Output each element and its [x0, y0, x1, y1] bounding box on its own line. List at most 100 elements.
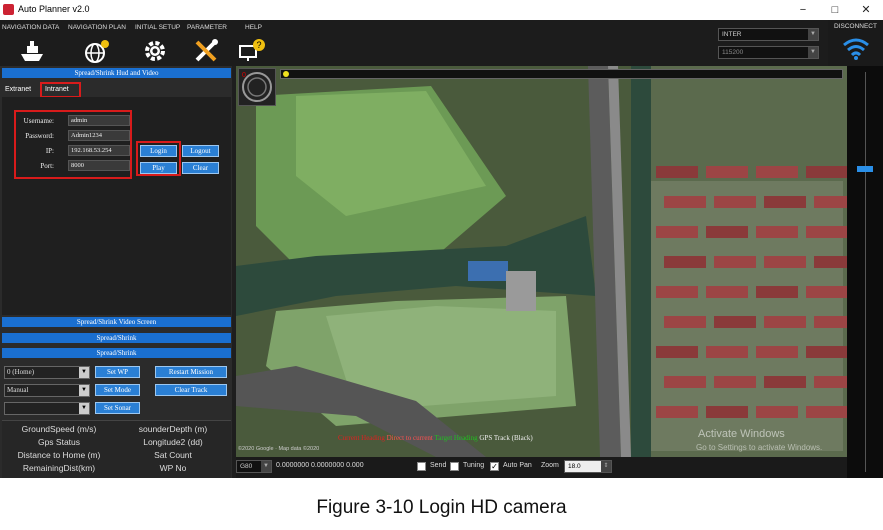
figure-caption: Figure 3-10 Login HD camera — [316, 497, 567, 518]
ip-field[interactable]: 192.168.53.254 — [68, 145, 130, 156]
map-inset: 0 — [238, 68, 276, 106]
building-roof — [714, 256, 756, 268]
set-sonar-button[interactable]: Set Sonar — [95, 402, 140, 414]
baud-value: 115200 — [722, 49, 744, 56]
close-button[interactable]: ✕ — [855, 2, 877, 18]
coord-system-select[interactable]: G80 ▼ — [236, 460, 272, 473]
building-roof — [656, 286, 698, 298]
set-wp-button[interactable]: Set WP — [95, 366, 140, 378]
sonar-select[interactable]: ▼ — [4, 402, 90, 415]
legend-gps-track: GPS Track (Black) — [479, 434, 533, 442]
building-roof — [706, 226, 748, 238]
coord-system-value: G80 — [240, 463, 253, 470]
chevron-down-icon: ▼ — [808, 29, 818, 40]
intranet-highlight — [40, 82, 81, 98]
map-buildings — [656, 166, 847, 418]
building-roof — [756, 286, 798, 298]
building-roof — [656, 166, 698, 178]
menu-initial-setup[interactable]: INITIAL SETUP — [135, 24, 180, 31]
clear-track-button[interactable]: Clear Track — [155, 384, 227, 396]
chevron-down-icon: ▼ — [808, 47, 818, 58]
password-field[interactable]: Admin1234 — [68, 130, 130, 141]
tools-icon[interactable] — [193, 38, 221, 64]
stat-longitude2: Longitude2 (dd) — [143, 437, 203, 447]
globe-icon[interactable] — [83, 38, 111, 64]
tab-extranet[interactable]: Extranet — [2, 83, 34, 97]
login-button[interactable]: Login — [140, 145, 177, 157]
building-roof — [756, 406, 798, 418]
disconnect-button[interactable]: DISCONNECT — [828, 20, 883, 66]
interface-select[interactable]: INTER ▼ — [718, 28, 819, 41]
help-monitor-icon[interactable]: ? — [238, 38, 266, 64]
stat-sounder-depth: sounderDepth (m) — [138, 424, 208, 434]
app-logo-icon — [3, 4, 14, 15]
building-roof — [706, 286, 748, 298]
zoom-label: Zoom — [541, 462, 559, 469]
building-roof — [764, 256, 806, 268]
spread-shrink-button-2[interactable]: Spread/Shrink — [2, 348, 231, 358]
restore-button[interactable]: □ — [824, 2, 846, 18]
building-roof — [714, 376, 756, 388]
stat-gps-status: Gps Status — [37, 437, 81, 447]
disconnect-label: DISCONNECT — [834, 23, 877, 30]
menu-parameter[interactable]: PARAMETER — [187, 24, 227, 31]
stat-wp-no: WP No — [159, 463, 187, 473]
menu-navigation-plan[interactable]: NAVIGATION PLAN — [68, 24, 126, 31]
play-button[interactable]: Play — [140, 162, 177, 174]
building-roof — [806, 166, 847, 178]
building-roof — [664, 376, 706, 388]
building-roof — [806, 406, 847, 418]
progress-track — [280, 69, 843, 79]
tuning-checkbox[interactable] — [450, 462, 459, 471]
window-title: Auto Planner v2.0 — [18, 4, 90, 14]
zoom-value: 18.0 — [568, 463, 581, 470]
altitude-scale — [865, 72, 866, 472]
building-roof — [764, 316, 806, 328]
username-field[interactable]: admin — [68, 115, 130, 126]
auto-pan-checkbox[interactable]: ✓ — [490, 462, 499, 471]
clear-button[interactable]: Clear — [182, 162, 219, 174]
wifi-icon — [843, 38, 869, 60]
map-attribution: ©2020 Google · Map data ©2020 — [238, 446, 320, 452]
port-label: Port: — [40, 162, 54, 170]
chevron-down-icon: ▼ — [261, 461, 271, 472]
activate-windows-subtitle: Go to Settings to activate Windows. — [696, 443, 823, 452]
mode-select[interactable]: Manual ▼ — [4, 384, 90, 397]
port-field[interactable]: 8000 — [68, 160, 130, 171]
logout-button[interactable]: Logout — [182, 145, 219, 157]
set-mode-button[interactable]: Set Mode — [95, 384, 140, 396]
menu-navigation-data[interactable]: NAVIGATION DATA — [2, 24, 59, 31]
stat-remaining-dist: RemainingDist(km) — [22, 463, 96, 473]
menu-help[interactable]: HELP — [245, 24, 262, 31]
mode-value: Manual — [7, 386, 29, 394]
boat-icon[interactable] — [18, 38, 46, 64]
restart-mission-button[interactable]: Restart Mission — [155, 366, 227, 378]
building-roof — [706, 346, 748, 358]
building-roof — [656, 346, 698, 358]
chevron-down-icon: ▼ — [79, 367, 89, 378]
altitude-slider-handle[interactable] — [857, 166, 873, 172]
building-roof — [814, 196, 847, 208]
legend-target: Target Heading — [434, 434, 478, 442]
satellite-map[interactable]: 0 Current Heading Direct to current Targ… — [236, 66, 847, 457]
building-roof — [756, 346, 798, 358]
auto-pan-label: Auto Pan — [503, 462, 532, 469]
chevron-down-icon: ▼ — [79, 403, 89, 414]
baud-select[interactable]: 115200 ▼ — [718, 46, 819, 59]
app-window: Auto Planner v2.0 − □ ✕ NAVIGATION DATA … — [0, 0, 883, 478]
zoom-spinner[interactable]: 18.0 ⇕ — [564, 460, 612, 473]
building-roof — [756, 166, 798, 178]
tuning-label: Tuning — [463, 462, 485, 469]
spread-shrink-button-1[interactable]: Spread/Shrink — [2, 333, 231, 343]
building-roof — [806, 286, 847, 298]
chevron-down-icon: ▼ — [79, 385, 89, 396]
spread-hud-video-button[interactable]: Spread/Shrink Hud and Video — [2, 68, 231, 78]
building-roof — [814, 256, 847, 268]
minimize-button[interactable]: − — [792, 2, 814, 18]
gear-icon[interactable] — [141, 38, 169, 64]
spread-video-screen-button[interactable]: Spread/Shrink Video Screen — [2, 317, 231, 327]
send-checkbox[interactable] — [417, 462, 426, 471]
building-roof — [814, 376, 847, 388]
building-roof — [806, 346, 847, 358]
waypoint-select[interactable]: 0 (Home) ▼ — [4, 366, 90, 379]
